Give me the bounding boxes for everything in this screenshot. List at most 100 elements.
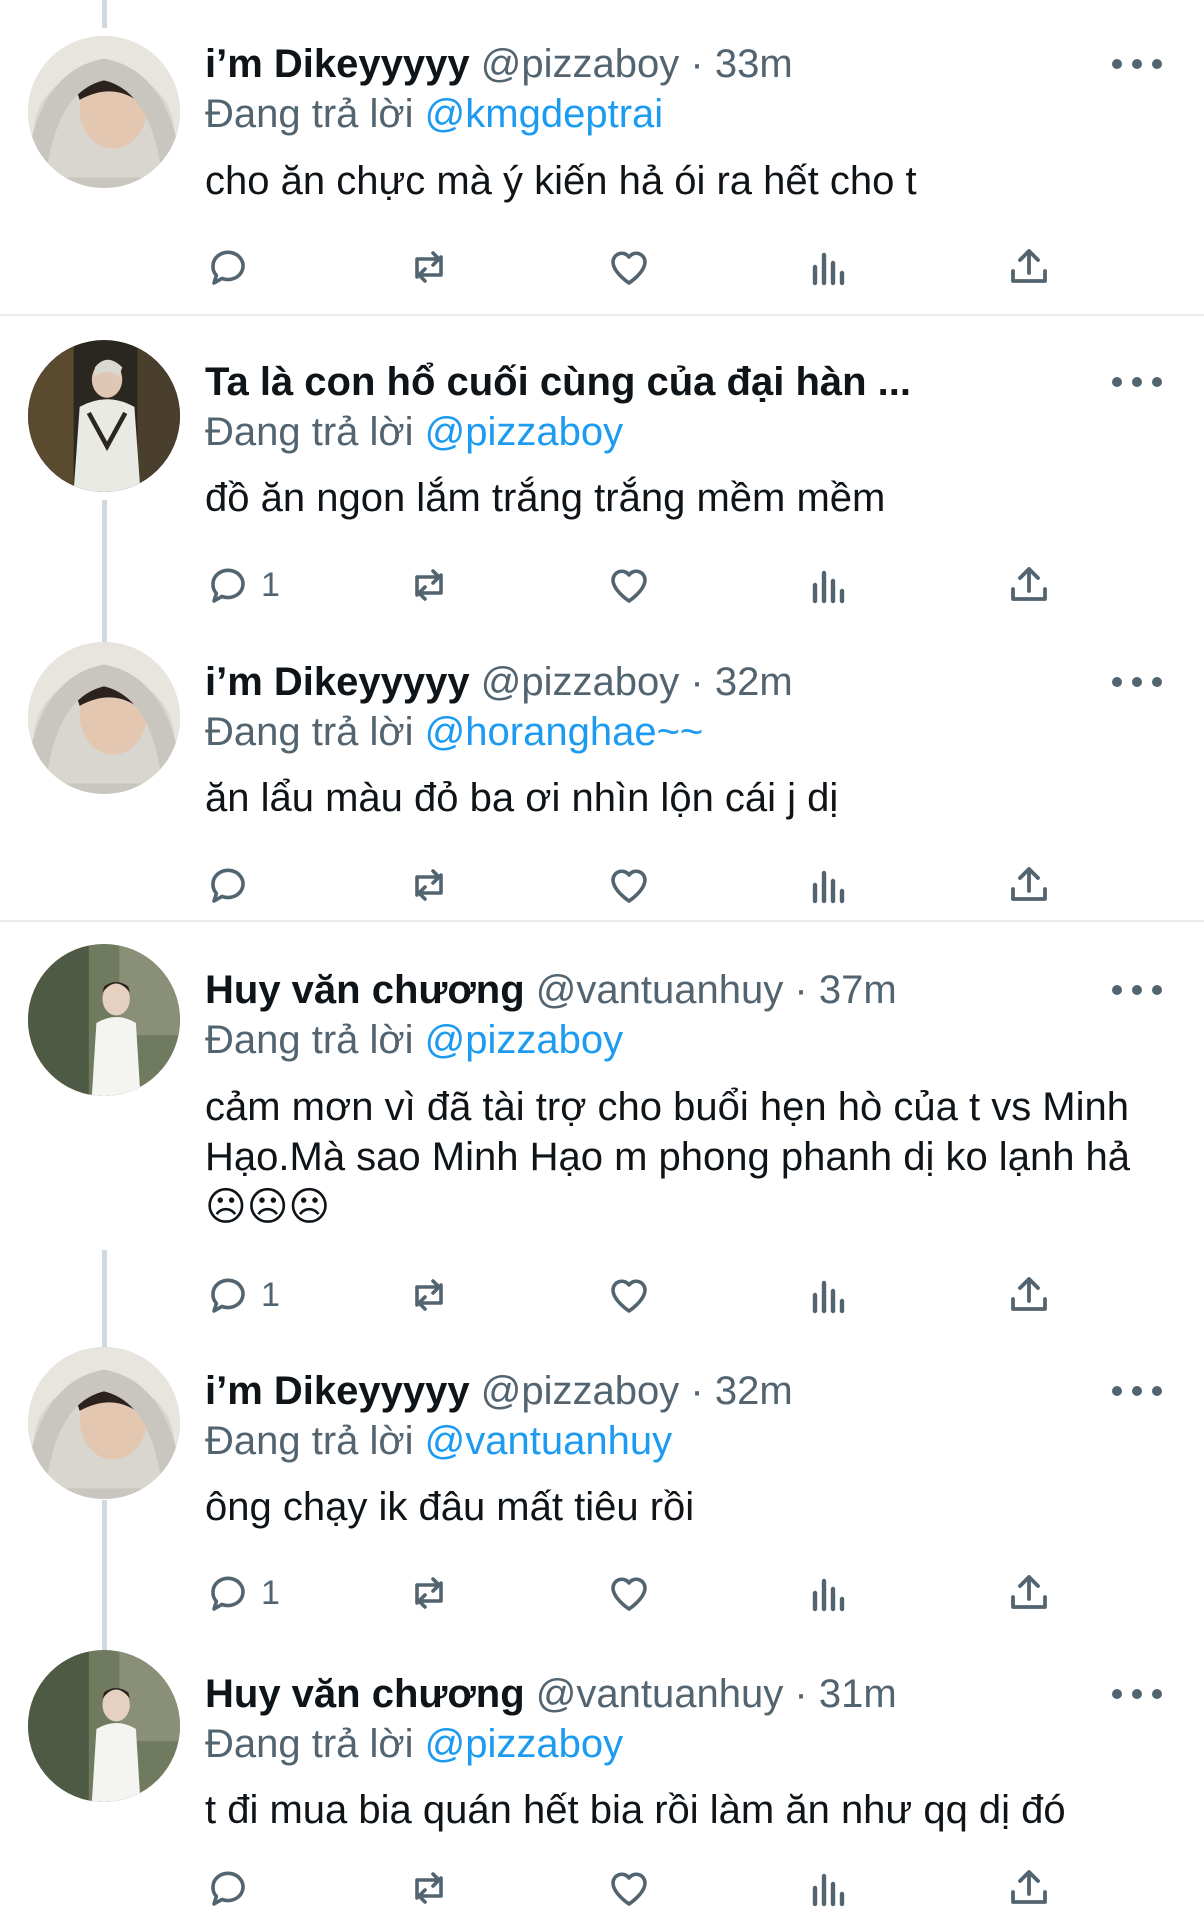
retweet-button[interactable] — [405, 558, 453, 612]
avatar[interactable] — [28, 36, 180, 188]
views-button[interactable] — [805, 1861, 853, 1915]
reply-prefix: Đang trả lời — [205, 410, 414, 454]
author-handle[interactable]: @pizzaboy — [481, 660, 679, 704]
reply-button[interactable]: 1 — [205, 558, 280, 612]
like-button[interactable] — [605, 1566, 653, 1620]
author-handle[interactable]: @vantuanhuy — [536, 1672, 783, 1716]
views-icon — [812, 1280, 845, 1314]
retweet-button[interactable] — [405, 1861, 453, 1915]
retweet-button[interactable] — [405, 240, 453, 294]
reply-mention[interactable]: @pizzaboy — [425, 410, 623, 454]
like-button[interactable] — [605, 1268, 653, 1322]
tweet-feed: i’m Dikeyyyyy @pizzaboy · 33m Đang trả l… — [0, 0, 1204, 1920]
author-name[interactable]: i’m Dikeyyyyy — [205, 1369, 470, 1413]
avatar[interactable] — [28, 1650, 180, 1802]
more-icon[interactable] — [1112, 49, 1162, 79]
avatar-huy — [28, 1650, 180, 1802]
share-button[interactable] — [1005, 1566, 1053, 1620]
reply-prefix: Đang trả lời — [205, 710, 414, 754]
reply-mention[interactable]: @pizzaboy — [425, 1722, 623, 1766]
share-button[interactable] — [1005, 1268, 1053, 1322]
share-button[interactable] — [1005, 1861, 1053, 1915]
share-icon — [1011, 867, 1047, 901]
reply-mention[interactable]: @vantuanhuy — [425, 1419, 672, 1463]
heart-icon — [611, 569, 647, 603]
timestamp[interactable]: 32m — [715, 660, 793, 704]
like-button[interactable] — [605, 1861, 653, 1915]
retweet-icon — [415, 569, 443, 601]
tweet[interactable]: i’m Dikeyyyyy @pizzaboy · 33m Đang trả l… — [0, 0, 1204, 314]
author-handle[interactable]: @pizzaboy — [481, 42, 679, 86]
retweet-icon — [415, 1577, 443, 1609]
views-button[interactable] — [805, 858, 853, 912]
tweet[interactable]: Ta là con hổ cuối cùng của đại hàn ... Đ… — [0, 316, 1204, 616]
tweet-header: Huy văn chương @vantuanhuy · 31m — [205, 1668, 1114, 1720]
views-icon — [812, 570, 845, 604]
reply-button[interactable] — [205, 240, 261, 294]
views-button[interactable] — [805, 1268, 853, 1322]
author-name[interactable]: i’m Dikeyyyyy — [205, 42, 470, 86]
reply-context: Đang trả lời @pizzaboy — [205, 407, 623, 457]
author-name[interactable]: Huy văn chương — [205, 968, 525, 1012]
like-button[interactable] — [605, 558, 653, 612]
more-icon[interactable] — [1112, 667, 1162, 697]
avatar-huy — [28, 944, 180, 1096]
author-name[interactable]: i’m Dikeyyyyy — [205, 660, 470, 704]
reply-mention[interactable]: @horanghae~~ — [425, 710, 704, 754]
reply-context: Đang trả lời @kmgdeptrai — [205, 89, 663, 139]
reply-mention[interactable]: @kmgdeptrai — [425, 92, 663, 136]
reply-count: 1 — [261, 565, 280, 604]
action-bar — [205, 1861, 1085, 1915]
avatar[interactable] — [28, 340, 180, 492]
reply-button[interactable]: 1 — [205, 1566, 280, 1620]
views-button[interactable] — [805, 240, 853, 294]
reply-button[interactable] — [205, 858, 261, 912]
heart-icon — [611, 869, 647, 903]
views-icon — [812, 870, 845, 904]
more-icon[interactable] — [1112, 975, 1162, 1005]
views-button[interactable] — [805, 1566, 853, 1620]
avatar[interactable] — [28, 944, 180, 1096]
reply-button[interactable] — [205, 1861, 261, 1915]
more-icon[interactable] — [1112, 1679, 1162, 1709]
tweet[interactable]: Huy văn chương @vantuanhuy · 31m Đang tr… — [0, 1628, 1204, 1920]
more-icon[interactable] — [1112, 1376, 1162, 1406]
reply-prefix: Đang trả lời — [205, 1722, 414, 1766]
share-icon — [1011, 249, 1047, 283]
like-button[interactable] — [605, 858, 653, 912]
timestamp[interactable]: 33m — [715, 42, 793, 86]
more-icon[interactable] — [1112, 367, 1162, 397]
tweet[interactable]: Huy văn chương @vantuanhuy · 37m Đang tr… — [0, 922, 1204, 1322]
tweet[interactable]: i’m Dikeyyyyy @pizzaboy · 32m Đang trả l… — [0, 1325, 1204, 1625]
reply-icon — [211, 1871, 245, 1906]
views-button[interactable] — [805, 558, 853, 612]
retweet-button[interactable] — [405, 1268, 453, 1322]
tweet-header: Huy văn chương @vantuanhuy · 37m — [205, 964, 1114, 1016]
author-handle[interactable]: @vantuanhuy — [536, 968, 783, 1012]
timestamp[interactable]: 32m — [715, 1369, 793, 1413]
author-name[interactable]: Huy văn chương — [205, 1672, 525, 1716]
separator-dot: · — [690, 42, 704, 86]
action-bar: 1 — [205, 1268, 1085, 1322]
timestamp[interactable]: 37m — [819, 968, 897, 1012]
like-button[interactable] — [605, 240, 653, 294]
author-handle[interactable]: @pizzaboy — [481, 1369, 679, 1413]
retweet-button[interactable] — [405, 858, 453, 912]
share-button[interactable] — [1005, 240, 1053, 294]
retweet-button[interactable] — [405, 1566, 453, 1620]
timestamp[interactable]: 31m — [819, 1672, 897, 1716]
author-name[interactable]: Ta là con hổ cuối cùng của đại hàn ... — [205, 360, 911, 404]
tweet[interactable]: i’m Dikeyyyyy @pizzaboy · 32m Đang trả l… — [0, 618, 1204, 918]
avatar[interactable] — [28, 1347, 180, 1499]
views-icon — [812, 252, 845, 286]
share-icon — [1011, 567, 1047, 601]
reply-mention[interactable]: @pizzaboy — [425, 1018, 623, 1062]
tweet-header: Ta là con hổ cuối cùng của đại hàn ... — [205, 356, 1114, 408]
share-button[interactable] — [1005, 558, 1053, 612]
reply-button[interactable]: 1 — [205, 1268, 280, 1322]
reply-icon — [211, 868, 245, 903]
share-button[interactable] — [1005, 858, 1053, 912]
avatar-tiger — [28, 340, 180, 492]
tweet-text: t đi mua bia quán hết bia rồi làm ăn như… — [205, 1788, 1066, 1832]
avatar[interactable] — [28, 642, 180, 794]
